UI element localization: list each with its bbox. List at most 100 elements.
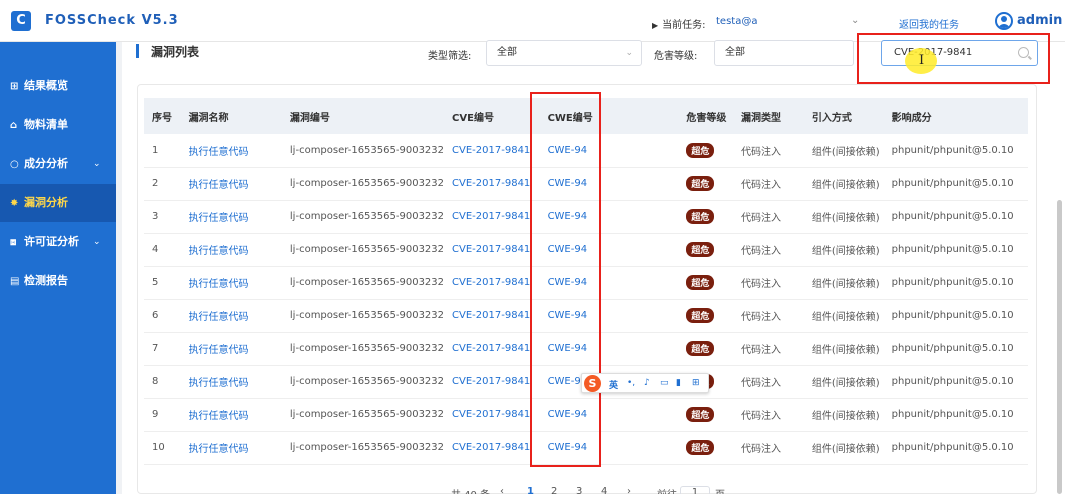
sidebar-item-overview[interactable]: ⊞ 结果概览 [0, 67, 116, 105]
cell-index: 5 [144, 266, 181, 300]
cell-severity: 超危 [678, 233, 733, 267]
cell-cve[interactable]: CVE-2017-9841 [444, 167, 540, 201]
star-icon: ✸ [10, 198, 19, 209]
skin-icon[interactable]: ▮ [676, 378, 681, 388]
page-unit-label: 页 [715, 486, 725, 494]
severity-badge: 超危 [686, 142, 715, 158]
cell-introduction: 组件(间接依赖) [803, 398, 884, 432]
cell-vuln-type: 代码注入 [732, 266, 804, 300]
severity-badge: 超危 [686, 275, 715, 290]
cell-vuln-name[interactable]: 执行任意代码 [180, 200, 282, 234]
sidebar-item-component-analysis[interactable]: ○ 成分分析 ⌄ [0, 145, 116, 183]
sidebar-item-label: 检测报告 [24, 274, 68, 287]
cell-index: 4 [144, 233, 181, 267]
cell-affected-component: phpunit/phpunit@5.0.10 [883, 332, 1028, 366]
user-name[interactable]: admin [1017, 13, 1062, 28]
sogou-logo-icon[interactable]: S [584, 375, 601, 392]
cell-vuln-name[interactable]: 执行任意代码 [180, 332, 282, 366]
col-header-index: 序号 [144, 98, 181, 134]
sidebar-item-license-analysis[interactable]: ⧈ 许可证分析 ⌄ [0, 223, 116, 261]
cell-introduction: 组件(间接依赖) [803, 134, 884, 168]
cell-cve[interactable]: CVE-2017-9841 [444, 299, 540, 333]
current-task-label: ▶ 当前任务: [652, 16, 706, 31]
ime-toolbar[interactable]: S 英 •, ♪ ▭ ▮ ⊞ [581, 373, 709, 393]
col-header-vuln-id: 漏洞编号 [281, 98, 445, 134]
sidebar-item-label: 成分分析 [24, 157, 68, 170]
cell-vuln-id: lj-composer-1653565-9003232 [281, 332, 445, 366]
punctuation-icon[interactable]: •, [627, 378, 635, 388]
cell-cve[interactable]: CVE-2017-9841 [444, 200, 540, 234]
pagination-total: 共 40 条 [451, 486, 490, 494]
cell-index: 10 [144, 431, 181, 465]
cell-vuln-name[interactable]: 执行任意代码 [180, 299, 282, 333]
cell-introduction: 组件(间接依赖) [803, 365, 884, 399]
cwe-column-highlight-box [530, 92, 601, 467]
cell-vuln-type: 代码注入 [732, 167, 804, 201]
cell-introduction: 组件(间接依赖) [803, 266, 884, 300]
cell-vuln-id: lj-composer-1653565-9003232 [281, 299, 445, 333]
cell-vuln-name[interactable]: 执行任意代码 [180, 398, 282, 432]
sidebar-item-report[interactable]: ▤ 检测报告 [0, 262, 116, 300]
sidebar-item-bom[interactable]: ⌂ 物料清单 [0, 106, 116, 144]
severity-badge: 超危 [686, 308, 715, 323]
cell-introduction: 组件(间接依赖) [803, 200, 884, 234]
sidebar: ⊞ 结果概览 ⌂ 物料清单 ○ 成分分析 ⌄ ✸ 漏洞分析 ⧈ 许可证分析 ⌄ ▤ 检测报告 [0, 42, 116, 494]
cell-vuln-name[interactable]: 执行任意代码 [180, 431, 282, 465]
ime-language-toggle[interactable]: 英 [609, 378, 618, 391]
grid-icon: ⊞ [10, 81, 19, 92]
cell-severity: 超危 [678, 332, 733, 366]
prev-page-icon[interactable]: ‹ [500, 486, 504, 494]
user-avatar-icon[interactable] [995, 12, 1013, 30]
cell-cve[interactable]: CVE-2017-9841 [444, 134, 540, 168]
cell-vuln-id: lj-composer-1653565-9003232 [281, 134, 445, 168]
cell-cve[interactable]: CVE-2017-9841 [444, 266, 540, 300]
circle-icon: ○ [10, 159, 19, 170]
page-2[interactable]: 2 [551, 486, 557, 494]
cell-index: 2 [144, 167, 181, 201]
toolbox-icon[interactable]: ⊞ [692, 378, 700, 388]
cell-cve[interactable]: CVE-2017-9841 [444, 398, 540, 432]
cell-vuln-name[interactable]: 执行任意代码 [180, 266, 282, 300]
cell-affected-component: phpunit/phpunit@5.0.10 [883, 431, 1028, 465]
back-to-my-tasks-link[interactable]: 返回我的任务 [899, 16, 959, 31]
next-page-icon[interactable]: › [627, 486, 631, 494]
cell-vuln-name[interactable]: 执行任意代码 [180, 134, 282, 168]
type-filter-select[interactable]: 全部 ⌄ [486, 40, 642, 66]
cell-introduction: 组件(间接依赖) [803, 431, 884, 465]
cell-cve[interactable]: CVE-2017-9841 [444, 332, 540, 366]
cell-affected-component: phpunit/phpunit@5.0.10 [883, 200, 1028, 234]
microphone-icon[interactable]: ♪ [644, 378, 650, 388]
sidebar-item-label: 物料清单 [24, 118, 68, 131]
app-name: FOSSCheck V5.3 [45, 13, 179, 28]
cell-vuln-type: 代码注入 [732, 398, 804, 432]
goto-page-input[interactable]: 1 [680, 486, 710, 494]
page-4[interactable]: 4 [601, 486, 607, 494]
vertical-scrollbar[interactable] [1057, 200, 1062, 494]
current-task-select[interactable]: testa@a [716, 16, 757, 27]
severity-filter-select[interactable]: 全部 [714, 40, 854, 66]
cell-vuln-name[interactable]: 执行任意代码 [180, 167, 282, 201]
page-3[interactable]: 3 [576, 486, 582, 494]
cell-severity: 超危 [678, 431, 733, 465]
chevron-down-icon[interactable]: ⌄ [851, 15, 859, 26]
cell-vuln-name[interactable]: 执行任意代码 [180, 233, 282, 267]
cell-vuln-name[interactable]: 执行任意代码 [180, 365, 282, 399]
cell-affected-component: phpunit/phpunit@5.0.10 [883, 134, 1028, 168]
cell-vuln-id: lj-composer-1653565-9003232 [281, 431, 445, 465]
sidebar-item-label: 漏洞分析 [24, 196, 68, 209]
cell-vuln-type: 代码注入 [732, 365, 804, 399]
cell-cve[interactable]: CVE-2017-9841 [444, 233, 540, 267]
cell-cve[interactable]: CVE-2017-9841 [444, 431, 540, 465]
cell-vuln-id: lj-composer-1653565-9003232 [281, 200, 445, 234]
keyboard-icon[interactable]: ▭ [660, 378, 669, 388]
page-1[interactable]: 1 [527, 486, 534, 494]
goto-label: 前往 [657, 486, 677, 494]
sidebar-item-vulnerability-analysis[interactable]: ✸ 漏洞分析 [0, 184, 116, 222]
type-filter-value: 全部 [497, 47, 517, 58]
severity-badge: 超危 [686, 209, 715, 224]
cell-cve[interactable]: CVE-2017-9841 [444, 365, 540, 399]
cell-vuln-id: lj-composer-1653565-9003232 [281, 398, 445, 432]
current-task-label-text: 当前任务: [662, 20, 706, 31]
col-header-affected-component: 影响成分 [883, 98, 1028, 134]
severity-badge: 超危 [686, 407, 715, 422]
